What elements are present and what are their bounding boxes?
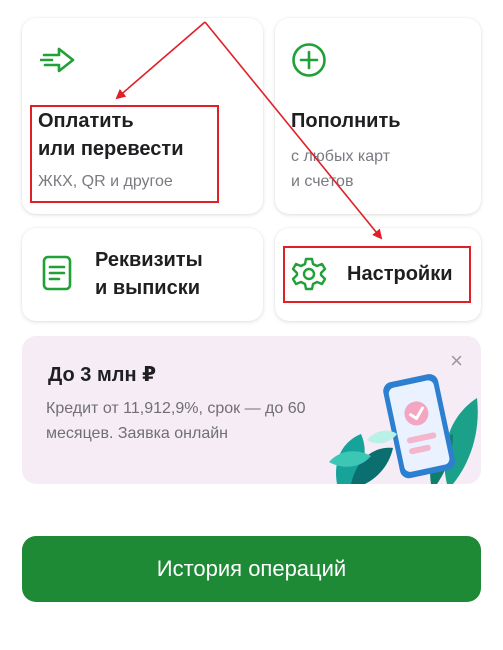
top-up-title: Пополнить: [291, 110, 401, 132]
settings-card[interactable]: Настройки: [275, 228, 481, 321]
top-up-card[interactable]: Пополнить с любых карт и счетов: [275, 18, 481, 214]
gear-icon: [291, 257, 327, 291]
top-up-subtitle-line2: и счетов: [291, 173, 354, 190]
promo-illustration: [329, 374, 478, 484]
operations-history-button[interactable]: История операций: [22, 536, 481, 602]
pay-title-line1: Оплатить: [38, 110, 134, 132]
top-up-subtitle-line1: с любых карт: [291, 148, 391, 165]
requisites-title-line2: и выписки: [95, 277, 201, 299]
settings-title: Настройки: [347, 263, 453, 285]
requisites-title-line1: Реквизиты: [95, 249, 203, 271]
transfer-arrow-icon: [40, 47, 75, 73]
promo-text: Кредит от 11,912,9%, срок — до 60 месяце…: [46, 400, 306, 442]
pay-subtitle: ЖКХ, QR и другое: [38, 173, 173, 190]
document-icon: [42, 255, 72, 291]
credit-promo-banner[interactable]: До 3 млн ₽ Кредит от 11,912,9%, срок — д…: [22, 336, 481, 484]
promo-title: До 3 млн ₽: [48, 364, 156, 386]
pay-title-line2: или перевести: [38, 138, 184, 160]
plus-circle-icon: [292, 43, 326, 77]
requisites-and-statements-card[interactable]: Реквизиты и выписки: [22, 228, 263, 321]
pay-or-transfer-card[interactable]: Оплатить или перевести ЖКХ, QR и другое: [22, 18, 263, 214]
